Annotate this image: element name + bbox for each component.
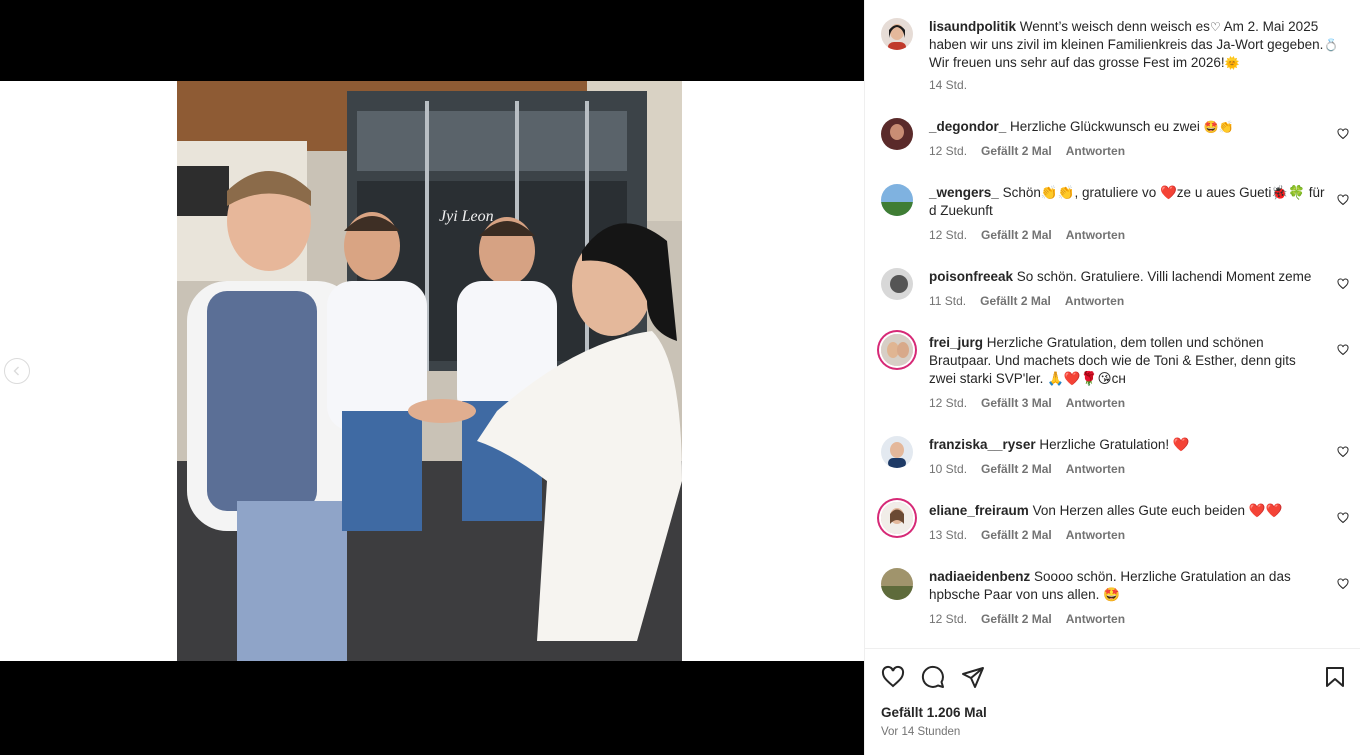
avatar[interactable] — [881, 184, 913, 216]
comment-username[interactable]: _wengers_ — [929, 185, 999, 200]
heart-icon — [1337, 278, 1349, 290]
comment-text: Herzliche Gratulation, dem tollen und sc… — [929, 335, 1296, 386]
caption-text: lisaundpolitik Wennt’s weisch denn weisc… — [929, 18, 1349, 72]
comment-item: frei_jurg Herzliche Gratulation, dem tol… — [881, 334, 1349, 412]
caption-meta: 14 Std. — [929, 78, 1349, 92]
media-area: Jyi Leon — [0, 0, 864, 755]
reply-button[interactable]: Antworten — [1066, 142, 1125, 160]
previous-media-button[interactable] — [4, 358, 30, 384]
comment-likes[interactable]: Gefällt 2 Mal — [981, 226, 1052, 244]
reply-button[interactable]: Antworten — [1066, 610, 1125, 628]
comments-panel: lisaundpolitik Wennt’s weisch denn weisc… — [864, 0, 1360, 755]
like-comment-button[interactable] — [1337, 578, 1349, 590]
likes-count[interactable]: Gefällt 1.206 Mal — [881, 705, 987, 720]
comment-time[interactable]: 12 Std. — [929, 142, 967, 160]
comment-username[interactable]: eliane_freiraum — [929, 503, 1029, 518]
reply-button[interactable]: Antworten — [1066, 226, 1125, 244]
heart-icon — [1337, 578, 1349, 590]
share-icon[interactable] — [961, 665, 985, 689]
reply-button[interactable]: Antworten — [1066, 394, 1125, 412]
heart-icon — [1337, 446, 1349, 458]
comment-username[interactable]: franziska__ryser — [929, 437, 1036, 452]
avatar[interactable] — [881, 568, 913, 600]
comment-time[interactable]: 12 Std. — [929, 394, 967, 412]
comment-likes[interactable]: Gefällt 2 Mal — [980, 292, 1051, 310]
chevron-left-icon — [13, 366, 19, 376]
comment-item: _degondor_ Herzliche Glückwunsch eu zwei… — [881, 118, 1349, 160]
post-time[interactable]: Vor 14 Stunden — [881, 726, 960, 738]
bookmark-icon[interactable] — [1323, 665, 1347, 689]
caption-time[interactable]: 14 Std. — [929, 78, 967, 92]
avatar[interactable] — [881, 118, 913, 150]
heart-icon — [1337, 344, 1349, 356]
comment-emoji: 🤩👏 — [1203, 120, 1234, 134]
like-heart-icon[interactable] — [881, 665, 905, 689]
comment-text: Von Herzen alles Gute euch beiden ❤️❤️ — [1032, 503, 1283, 518]
reply-button[interactable]: Antworten — [1066, 526, 1125, 544]
post-photo[interactable]: Jyi Leon — [177, 81, 682, 661]
avatar-with-story[interactable] — [881, 502, 913, 534]
heart-icon — [1337, 512, 1349, 524]
comment-username[interactable]: nadiaeidenbenz — [929, 569, 1030, 584]
sun-icon: 🌞 — [1224, 56, 1240, 70]
like-comment-button[interactable] — [1337, 278, 1349, 290]
like-comment-button[interactable] — [1337, 344, 1349, 356]
reply-button[interactable]: Antworten — [1066, 460, 1125, 478]
comment-time[interactable]: 10 Std. — [929, 460, 967, 478]
comment-text: So schön. Gratuliere. Villi lachendi Mom… — [1016, 269, 1312, 284]
avatar-with-story[interactable] — [881, 334, 913, 366]
comment-username[interactable]: frei_jurg — [929, 335, 983, 350]
comment-likes[interactable]: Gefällt 2 Mal — [981, 526, 1052, 544]
kiosk-sign-text: Jyi Leon — [439, 208, 494, 225]
caption-username[interactable]: lisaundpolitik — [929, 19, 1016, 34]
caption-part3: Wir freuen uns sehr auf das grosse Fest … — [929, 55, 1225, 70]
like-comment-button[interactable] — [1337, 446, 1349, 458]
comment-item: poisonfreeak So schön. Gratuliere. Villi… — [881, 268, 1349, 310]
white-heart-icon: ♡ — [1209, 20, 1221, 34]
comment-likes[interactable]: Gefällt 3 Mal — [981, 394, 1052, 412]
like-comment-button[interactable] — [1337, 512, 1349, 524]
heart-icon — [1337, 128, 1349, 140]
comment-item: franziska__ryser Herzliche Gratulation! … — [881, 436, 1349, 478]
comment-likes[interactable]: Gefällt 2 Mal — [981, 610, 1052, 628]
comment-likes[interactable]: Gefällt 2 Mal — [981, 460, 1052, 478]
like-comment-button[interactable] — [1337, 128, 1349, 140]
comment-time[interactable]: 12 Std. — [929, 226, 967, 244]
avatar[interactable] — [881, 268, 913, 300]
comment-item: _wengers_ Schön👏👏, gratuliere vo ❤️ze u … — [881, 184, 1349, 244]
comment-icon[interactable] — [921, 665, 945, 689]
comment-time[interactable]: 12 Std. — [929, 610, 967, 628]
reply-button[interactable]: Antworten — [1065, 292, 1124, 310]
caption-part1: Wennt’s weisch denn weisch es — [1019, 19, 1210, 34]
comment-username[interactable]: poisonfreeak — [929, 269, 1013, 284]
comment-text: Herzliche Gratulation! ❤️ — [1039, 437, 1190, 452]
comment-username[interactable]: _degondor_ — [929, 119, 1006, 134]
comment-likes[interactable]: Gefällt 2 Mal — [981, 142, 1052, 160]
like-comment-button[interactable] — [1337, 194, 1349, 206]
post-action-bar: Gefällt 1.206 Mal Vor 14 Stunden — [865, 648, 1360, 755]
ring-icon: 💍 — [1323, 38, 1339, 52]
comment-time[interactable]: 13 Std. — [929, 526, 967, 544]
comment-time[interactable]: 11 Std. — [929, 292, 966, 310]
avatar[interactable] — [881, 18, 913, 50]
comment-item: eliane_freiraum Von Herzen alles Gute eu… — [881, 502, 1349, 544]
post-caption: lisaundpolitik Wennt’s weisch denn weisc… — [881, 18, 1349, 92]
avatar[interactable] — [881, 436, 913, 468]
comment-text: Herzliche Glückwunsch eu zwei — [1010, 119, 1200, 134]
heart-icon — [1337, 194, 1349, 206]
actions — [881, 665, 985, 689]
comment-item: nadiaeidenbenz Soooo schön. Herzliche Gr… — [881, 568, 1349, 628]
